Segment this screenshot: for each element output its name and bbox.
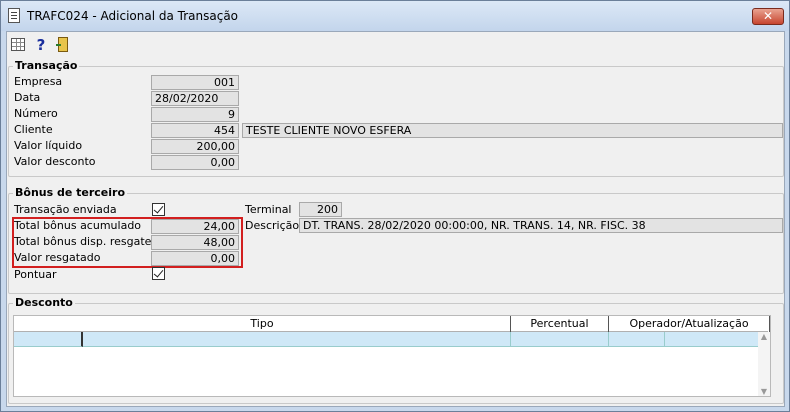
scroll-down-icon[interactable]: ▼	[759, 387, 769, 396]
descricao-field: DT. TRANS. 28/02/2020 00:00:00, NR. TRAN…	[299, 218, 783, 233]
operador-cell[interactable]	[609, 332, 665, 347]
percentual-cell[interactable]	[511, 332, 609, 347]
title-bar: TRAFC024 - Adicional da Transação ✕	[1, 1, 789, 31]
door-exit-icon[interactable]	[55, 36, 73, 54]
valor-desconto-field: 0,00	[151, 155, 239, 170]
cliente-code-field: 454	[151, 123, 239, 138]
column-header-operador[interactable]: Operador/Atualização	[609, 316, 770, 332]
table-row[interactable]	[14, 332, 770, 347]
data-label: Data	[14, 91, 41, 104]
highlight-box	[12, 217, 243, 268]
transacao-enviada-label: Transação enviada	[14, 203, 117, 216]
cliente-label: Cliente	[14, 123, 53, 136]
empresa-label: Empresa	[14, 75, 63, 88]
transacao-title: Transação	[13, 59, 80, 72]
toolbar: ?	[7, 32, 784, 57]
scroll-up-icon[interactable]: ▲	[759, 332, 769, 341]
empresa-field: 001	[151, 75, 239, 90]
terminal-field: 200	[299, 202, 342, 217]
terminal-label: Terminal	[245, 203, 292, 216]
close-button[interactable]: ✕	[752, 8, 784, 25]
transacao-group: Transação Empresa 001 Data 28/02/2020 Nú…	[8, 59, 784, 177]
valor-desconto-label: Valor desconto	[14, 155, 96, 168]
valor-liquido-label: Valor líquido	[14, 139, 83, 152]
cliente-name-field: TESTE CLIENTE NOVO ESFERA	[242, 123, 783, 138]
desconto-grid[interactable]: Tipo Percentual Operador/Atualização ▲ ▼	[13, 315, 771, 397]
vertical-scrollbar[interactable]: ▲ ▼	[758, 332, 770, 396]
main-window: TRAFC024 - Adicional da Transação ✕ ? Tr…	[0, 0, 790, 412]
grid-icon[interactable]	[10, 36, 28, 54]
numero-label: Número	[14, 107, 58, 120]
desconto-group: Desconto Tipo Percentual Operador/Atuali…	[8, 296, 784, 404]
help-icon[interactable]: ?	[32, 36, 50, 54]
column-header-tipo[interactable]: Tipo	[14, 316, 511, 332]
bonus-title: Bônus de terceiro	[13, 186, 128, 199]
desconto-title: Desconto	[13, 296, 75, 309]
data-field: 28/02/2020	[151, 91, 239, 106]
bonus-group: Bônus de terceiro Transação enviada Tota…	[8, 186, 784, 294]
valor-liquido-field: 200,00	[151, 139, 239, 154]
pontuar-label: Pontuar	[14, 268, 57, 281]
descricao-label: Descrição	[245, 219, 300, 232]
tipo-cell[interactable]	[83, 332, 511, 347]
window-title: TRAFC024 - Adicional da Transação	[27, 9, 239, 23]
row-indicator-cell[interactable]	[14, 332, 83, 347]
window-client: ? Transação Empresa 001 Data 28/02/2020 …	[6, 31, 785, 407]
transacao-enviada-checkbox[interactable]	[152, 203, 165, 216]
atualizacao-cell[interactable]	[665, 332, 770, 347]
grid-header: Tipo Percentual Operador/Atualização	[14, 316, 770, 332]
document-icon	[8, 8, 20, 23]
numero-field: 9	[151, 107, 239, 122]
column-header-percentual[interactable]: Percentual	[511, 316, 609, 332]
pontuar-checkbox[interactable]	[152, 267, 165, 280]
